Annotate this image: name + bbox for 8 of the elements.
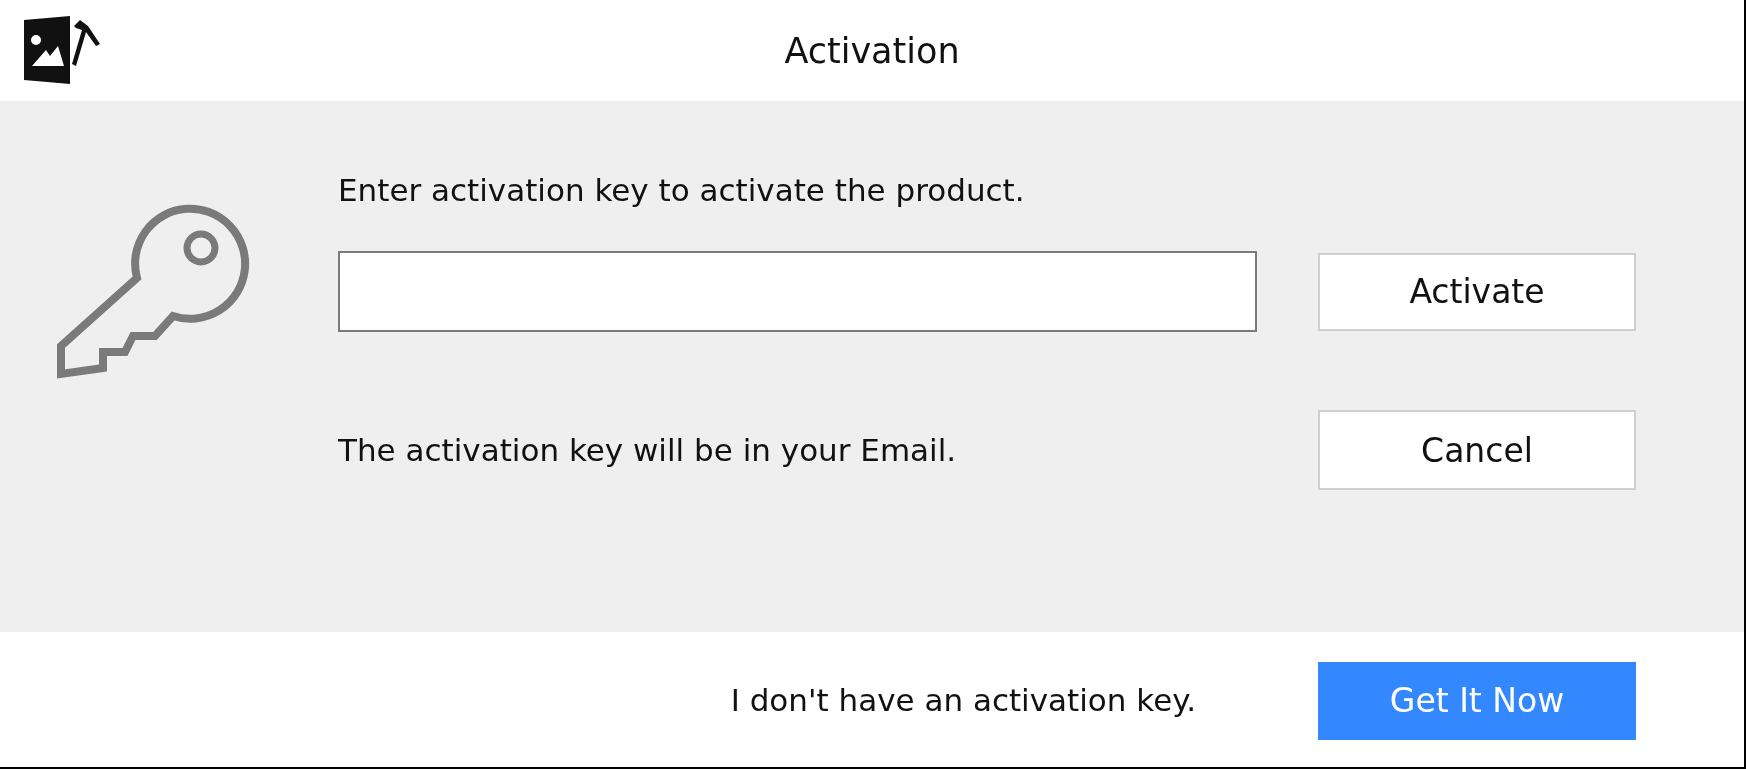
note-text: The activation key will be in your Email. (338, 432, 958, 468)
activate-button[interactable]: Activate (1318, 252, 1636, 331)
instruction-text: Enter activation key to activate the product. (338, 171, 1026, 210)
window-title: Activation (784, 30, 960, 71)
app-logo-icon (22, 15, 102, 86)
activation-key-field[interactable] (338, 251, 1257, 332)
no-key-text: I don't have an activation key. (730, 681, 1196, 718)
cancel-button[interactable]: Cancel (1318, 410, 1636, 490)
